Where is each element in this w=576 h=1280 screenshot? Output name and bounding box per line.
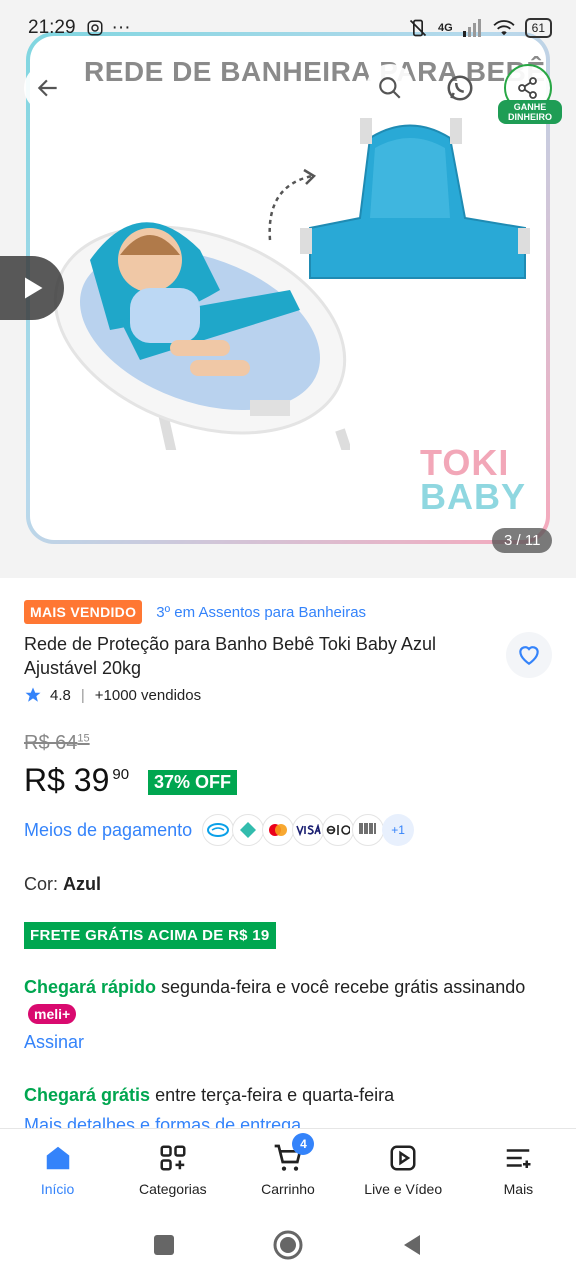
rating-divider: |	[80, 686, 85, 704]
menu-icon	[501, 1141, 535, 1175]
fast-delivery-label: Chegará rápido	[24, 977, 157, 997]
discount-badge: 37% OFF	[148, 770, 238, 795]
share-icon	[518, 77, 537, 99]
color-value: Azul	[63, 874, 102, 894]
image-counter: 3 / 11	[492, 528, 553, 553]
bottom-navigation: Início Categorias 4 Carrinho Live e Víde…	[0, 1128, 576, 1210]
meli-plus-badge: meli+	[28, 1004, 77, 1024]
whatsapp-icon	[447, 75, 473, 101]
free-delivery-label: Chegará grátis	[24, 1085, 151, 1105]
mastercard-icon	[262, 814, 295, 846]
payment-methods-row[interactable]: Meios de pagamento +1	[24, 814, 415, 846]
old-price: R$ 6415	[24, 732, 90, 754]
visa-icon	[292, 814, 325, 846]
nav-live-video-label: Live e Vídeo	[364, 1181, 443, 1197]
elo-icon	[322, 814, 355, 846]
nav-home[interactable]: Início	[0, 1129, 115, 1210]
free-delivery-info: Chegará grátis entre terça-feira e quart…	[24, 1082, 544, 1108]
nav-more-label: Mais	[503, 1181, 534, 1197]
color-selector[interactable]: Cor: Azul	[24, 874, 101, 895]
home-system-button[interactable]	[272, 1229, 304, 1261]
fast-delivery-info: Chegará rápido segunda-feira e você rece…	[24, 974, 544, 1026]
instagram-icon	[87, 20, 103, 36]
recent-apps-button[interactable]	[152, 1233, 176, 1257]
favorite-button[interactable]	[506, 632, 552, 678]
share-earn-group[interactable]: GANHE DINHEIRO	[498, 64, 562, 124]
payment-icons: +1	[202, 814, 415, 846]
nav-cart-label: Carrinho	[261, 1181, 315, 1197]
nav-cart[interactable]: 4 Carrinho	[230, 1129, 345, 1210]
nav-home-label: Início	[40, 1181, 75, 1197]
battery-indicator: 61	[524, 18, 552, 38]
arrow-left-icon	[37, 79, 57, 97]
status-time: 21:29	[28, 17, 76, 38]
search-button[interactable]	[366, 64, 414, 112]
best-seller-badge: MAIS VENDIDO	[24, 600, 143, 624]
product-image-gallery[interactable]: REDE DE BANHEIRA PARA BEBÊ TOKI BABY GAN…	[0, 0, 576, 578]
heart-icon	[519, 646, 539, 665]
badges-row: MAIS VENDIDO 3º em Assentos para Banheir…	[24, 600, 366, 624]
current-price: R$ 39 90	[24, 762, 130, 798]
bath-seat-net-illustration	[300, 118, 530, 279]
play-icon	[386, 1141, 420, 1175]
rating-row[interactable]: 4.8 | +1000 vendidos	[24, 686, 201, 704]
star-icon	[25, 687, 41, 702]
pix-icon	[232, 814, 265, 846]
whatsapp-button[interactable]	[438, 66, 482, 110]
categories-icon	[156, 1141, 190, 1175]
payment-methods-link[interactable]: Meios de pagamento	[24, 820, 192, 841]
fast-delivery-text: segunda-feira e você recebe grátis assin…	[161, 977, 526, 997]
earn-money-badge[interactable]: GANHE DINHEIRO	[498, 100, 562, 124]
nav-more[interactable]: Mais	[461, 1129, 576, 1210]
mercado-pago-icon	[202, 814, 235, 846]
free-shipping-badge: FRETE GRÁTIS ACIMA DE R$ 19	[24, 922, 276, 949]
vibrate-off-icon	[409, 19, 427, 37]
system-navigation-bar	[0, 1210, 576, 1280]
back-system-button[interactable]	[400, 1233, 424, 1257]
network-type: 4G	[437, 22, 453, 34]
nav-categories[interactable]: Categorias	[115, 1129, 230, 1210]
wifi-icon	[493, 20, 515, 36]
delivery-details-link[interactable]: Mais detalhes e formas de entrega	[24, 1112, 301, 1128]
status-bar: 21:29 ··· 4G 61	[0, 0, 576, 56]
signal-icon	[462, 19, 481, 37]
boleto-icon	[352, 814, 385, 846]
play-icon	[25, 277, 43, 299]
nav-live-video[interactable]: Live e Vídeo	[346, 1129, 461, 1210]
play-video-button[interactable]	[0, 256, 64, 320]
subscribe-link[interactable]: Assinar	[24, 1032, 84, 1053]
nav-categories-label: Categorias	[138, 1181, 207, 1197]
search-icon	[379, 77, 401, 99]
home-icon	[41, 1141, 75, 1175]
more-notifications-icon: ···	[111, 17, 131, 38]
cart-count-badge: 4	[292, 1133, 315, 1155]
rating-value: 4.8	[50, 686, 71, 704]
back-button[interactable]	[24, 64, 72, 112]
more-payment-methods[interactable]: +1	[382, 814, 415, 846]
brand-logo: TOKI BABY	[420, 442, 527, 517]
free-delivery-text: entre terça-feira e quarta-feira	[155, 1085, 395, 1105]
sold-count: +1000 vendidos	[94, 686, 202, 704]
category-rank-link[interactable]: 3º em Assentos para Banheiras	[156, 604, 366, 621]
product-title: Rede de Proteção para Banho Bebê Toki Ba…	[24, 634, 436, 678]
